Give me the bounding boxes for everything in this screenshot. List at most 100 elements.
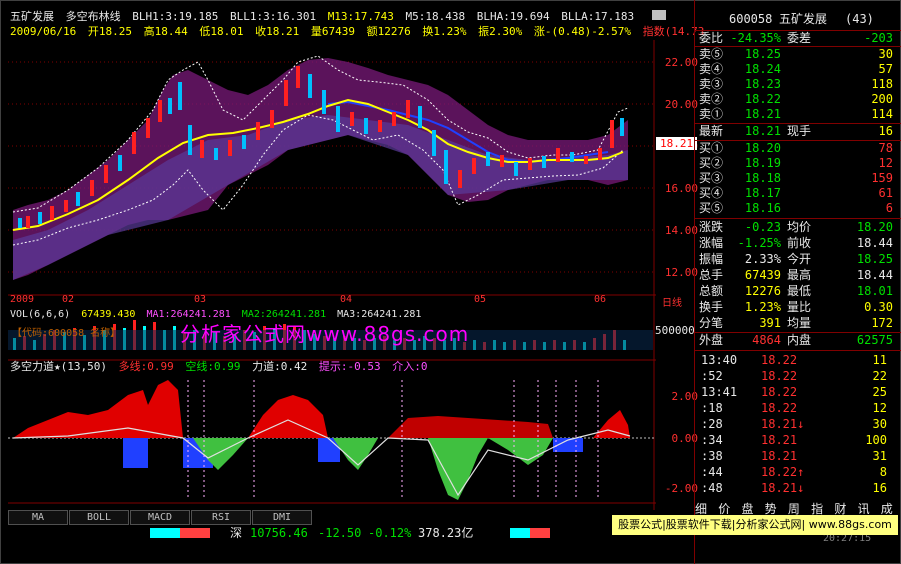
scroll-arrow-icon[interactable] (652, 10, 666, 20)
weibi-value: -24.35% (730, 31, 781, 45)
power-title: 多空力道★(13,50) (10, 360, 107, 373)
bid-row: 买② 18.19 12 (695, 156, 901, 171)
stock-name: 五矿发展 (10, 10, 54, 23)
inner-label: 内盘 (787, 333, 812, 347)
index-pct: -0.12% (368, 526, 412, 540)
high-value: 高18.44 (143, 25, 188, 38)
indicator-tabs: MA BOLL MACD RSI DMI (8, 510, 313, 525)
stat-row: 总额 12276 最低 18.01 (695, 284, 901, 299)
stat-value: -1.25% (737, 236, 781, 250)
ask-volume: 114 (871, 107, 893, 121)
stat-label: 前收 (787, 236, 812, 250)
stock-count: (43) (845, 12, 874, 26)
date-axis-label: 04 (340, 294, 353, 305)
stock-code: 600058 (729, 12, 773, 26)
stat-label: 最高 (787, 268, 812, 282)
tick-row: :52 18.22 22 (695, 368, 901, 384)
stat-label: 均量 (787, 316, 812, 330)
stat-value: 0.30 (864, 300, 893, 314)
m5-value: M5:18.438 (405, 10, 466, 23)
stat-value: 391 (759, 316, 781, 330)
tick-price: 18.21 (761, 449, 798, 463)
ask-label: 卖① (699, 107, 724, 121)
weicha-label: 委差 (787, 31, 812, 45)
kline-chart[interactable] (8, 40, 656, 510)
tick-row: 13:41 18.22 25 (695, 384, 901, 400)
close-value: 收18.21 (255, 25, 300, 38)
bid-price: 18.16 (744, 201, 781, 215)
banner-ad[interactable]: 股票公式|股票软件下载|分析家公式网| www.88gs.com (612, 515, 898, 535)
stat-label: 分笔 (699, 316, 724, 330)
tick-price: 18.22 (761, 369, 798, 383)
stat-value: 18.25 (856, 252, 893, 266)
ask-label: 卖④ (699, 62, 724, 76)
stat-label: 总手 (699, 268, 724, 282)
volume-value: 量67439 (310, 25, 355, 38)
tab-ma[interactable]: MA (8, 510, 68, 525)
stat-value: 18.01 (856, 284, 893, 298)
last-price: 18.21 (744, 124, 781, 138)
market-breadth-bar (510, 528, 550, 538)
price-axis-label: 14.00 (664, 224, 698, 237)
open-value: 开18.25 (87, 25, 132, 38)
bid-row: 买⑤ 18.16 6 (695, 201, 901, 216)
bid-volume: 159 (871, 171, 893, 185)
tab-macd[interactable]: MACD (130, 510, 190, 525)
stat-row: 振幅 2.33% 今开 18.25 (695, 252, 901, 267)
tick-time: :34 (701, 433, 723, 447)
blh1-value: BLH1:3:19.185 (132, 10, 219, 23)
tick-price: 18.22↑ (761, 465, 805, 479)
power-jieru: 介入:0 (392, 360, 428, 373)
bid-price: 18.19 (744, 156, 781, 170)
bid-label: 买② (699, 156, 724, 170)
period-label[interactable]: 日线 (662, 294, 682, 309)
tick-time: 13:40 (701, 353, 738, 367)
tick-row: 13:40 18.22 11 (695, 352, 901, 368)
hand-label: 现手 (787, 124, 812, 138)
market-label: 深 (230, 526, 243, 540)
tick-time: :18 (701, 401, 723, 415)
date-axis-label: 05 (474, 294, 487, 305)
tab-boll[interactable]: BOLL (69, 510, 129, 525)
bll1-value: BLL1:3:16.301 (229, 10, 317, 23)
tick-time: :38 (701, 449, 723, 463)
vol-sub-label: 【代码:600058 名称】 (12, 328, 121, 339)
tick-time: :28 (701, 417, 723, 431)
stat-label: 均价 (787, 220, 812, 234)
bid-price: 18.20 (744, 141, 781, 155)
hand-value: 16 (878, 124, 893, 138)
tab-dmi[interactable]: DMI (252, 510, 312, 525)
power-tishi: 提示:-0.53 (318, 360, 381, 373)
tick-row: :44 18.22↑ 8 (695, 464, 901, 480)
stat-label: 最低 (787, 284, 812, 298)
bid-row: 买① 18.20 78 (695, 141, 901, 156)
power-kong: 空线:0.99 (185, 360, 241, 373)
tick-row: :28 18.21↓ 30 (695, 416, 901, 432)
power-green-area (193, 438, 553, 500)
low-value: 低18.01 (199, 25, 244, 38)
bid-volume: 12 (878, 156, 893, 170)
stat-label: 总额 (699, 284, 724, 298)
power-lidao: 力道:0.42 (252, 360, 308, 373)
ask-volume: 30 (878, 47, 893, 61)
price-axis-label: 20.00 (664, 98, 698, 111)
tick-volume: 12 (872, 401, 887, 415)
stat-label: 今开 (787, 252, 812, 266)
stock-name-panel: 五矿发展 (779, 12, 828, 26)
tick-row: :18 18.22 12 (695, 400, 901, 416)
date-axis-label: 06 (594, 294, 607, 305)
stat-label: 振幅 (699, 252, 724, 266)
chart-header-line2: 2009/06/16 开18.25 高18.44 低18.01 收18.21 量… (10, 25, 709, 39)
tick-volume: 8 (879, 465, 887, 479)
current-price-tag: 18.21 (656, 137, 698, 150)
index-amount: 378.23亿 (418, 526, 474, 540)
ask-price: 18.21 (744, 107, 781, 121)
change-value: 涨-(0.48)-2.57% (533, 25, 631, 38)
amount-value: 额12276 (366, 25, 411, 38)
ask-row: 卖⑤ 18.25 30 (695, 47, 901, 62)
tick-volume: 30 (872, 417, 887, 431)
stat-value: 18.44 (856, 268, 893, 282)
tab-rsi[interactable]: RSI (191, 510, 251, 525)
blla-value: BLLA:17.183 (561, 10, 635, 23)
power-header: 多空力道★(13,50) 多线:0.99 空线:0.99 力道:0.42 提示:… (10, 360, 432, 374)
